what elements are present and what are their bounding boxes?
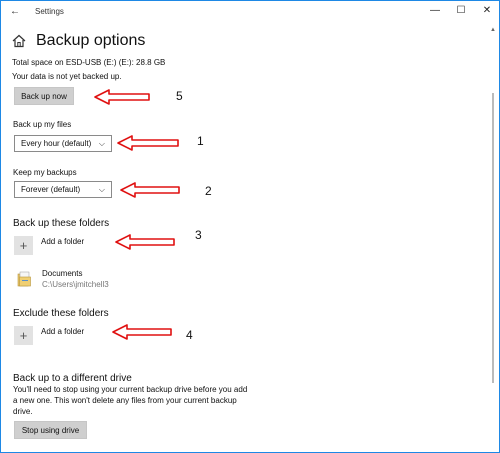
annotation-number-2: 2	[205, 184, 212, 198]
different-drive-description-line3: drive.	[13, 407, 33, 416]
back-up-now-label: Back up now	[21, 91, 67, 101]
back-arrow-icon[interactable]: ←	[10, 6, 20, 17]
scroll-up-arrow-icon[interactable]: ▲	[490, 27, 496, 33]
plus-icon[interactable]: +	[14, 326, 33, 345]
backup-status-text: Your data is not yet backed up.	[12, 72, 122, 81]
add-backup-folder-button[interactable]: Add a folder	[41, 237, 84, 246]
stop-using-drive-label: Stop using drive	[21, 425, 80, 435]
plus-icon[interactable]: +	[14, 236, 33, 255]
annotation-arrow-5	[94, 89, 150, 105]
annotation-arrow-1	[117, 135, 179, 151]
total-space-text: Total space on ESD-USB (E:) (E:): 28.8 G…	[12, 58, 166, 67]
different-drive-description-line2: a new one. This won't delete any files f…	[13, 396, 237, 405]
backup-frequency-label: Back up my files	[13, 120, 72, 129]
annotation-arrow-3	[115, 234, 175, 250]
folder-documents-path: C:\Users\jmitchell3	[42, 280, 109, 289]
chevron-down-icon: ⌵	[98, 185, 105, 194]
annotation-arrow-2	[120, 182, 180, 198]
minimize-button[interactable]: —	[425, 3, 445, 19]
annotation-number-1: 1	[197, 134, 204, 148]
scrollbar[interactable]: ▲	[489, 25, 497, 450]
different-drive-description-line1: You'll need to stop using your current b…	[13, 385, 248, 394]
backup-frequency-value: Every hour (default)	[21, 139, 92, 148]
keep-backups-dropdown[interactable]: Forever (default) ⌵	[14, 181, 112, 198]
annotation-arrow-4	[112, 324, 172, 340]
different-drive-heading: Back up to a different drive	[13, 373, 132, 384]
annotation-number-5: 5	[176, 89, 183, 103]
chevron-down-icon: ⌵	[98, 139, 105, 148]
folder-icon	[17, 271, 31, 287]
backup-frequency-dropdown[interactable]: Every hour (default) ⌵	[14, 135, 112, 152]
folder-documents-name[interactable]: Documents	[42, 269, 82, 278]
close-button[interactable]: ✕	[477, 3, 497, 19]
scrollbar-thumb[interactable]	[492, 93, 494, 383]
settings-window: ← Settings — ☐ ✕ Backup options Total sp…	[0, 0, 500, 453]
page-title: Backup options	[36, 32, 146, 49]
home-icon	[12, 34, 26, 48]
title-bar: ← Settings — ☐ ✕	[1, 1, 499, 23]
stop-using-drive-button[interactable]: Stop using drive	[14, 421, 87, 439]
backup-folders-heading: Back up these folders	[13, 218, 110, 229]
maximize-button[interactable]: ☐	[451, 3, 471, 19]
annotation-number-4: 4	[186, 328, 193, 342]
back-up-now-button[interactable]: Back up now	[14, 87, 74, 105]
window-title: Settings	[35, 7, 64, 16]
keep-backups-label: Keep my backups	[13, 168, 77, 177]
annotation-number-3: 3	[195, 228, 202, 242]
exclude-folders-heading: Exclude these folders	[13, 308, 109, 319]
keep-backups-value: Forever (default)	[21, 185, 81, 194]
add-exclude-folder-button[interactable]: Add a folder	[41, 327, 84, 336]
